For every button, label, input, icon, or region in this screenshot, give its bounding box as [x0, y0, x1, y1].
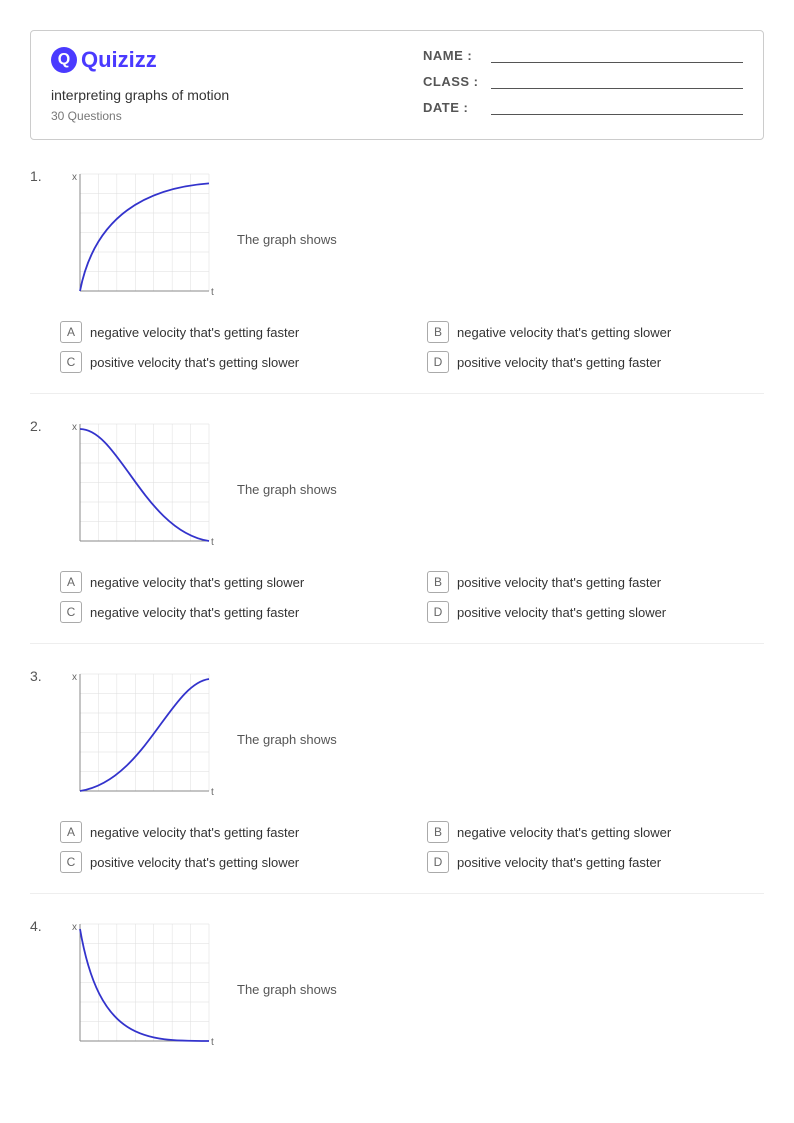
- question-1: 1. x t The graph shows Anegative velocity…: [30, 164, 764, 394]
- class-line[interactable]: [491, 73, 743, 89]
- options-grid-3: Anegative velocity that's getting faster…: [60, 821, 764, 873]
- svg-text:x: x: [72, 172, 77, 183]
- graph-2: x t: [62, 414, 217, 559]
- option-2-b[interactable]: Bpositive velocity that's getting faster: [427, 571, 764, 593]
- header-right: NAME : CLASS : DATE :: [423, 47, 743, 115]
- quiz-subtitle: 30 Questions: [51, 109, 229, 123]
- option-letter-2-a: A: [60, 571, 82, 593]
- option-3-b[interactable]: Bnegative velocity that's getting slower: [427, 821, 764, 843]
- quiz-title: interpreting graphs of motion: [51, 87, 229, 103]
- question-4: 4. x t The graph shows: [30, 914, 764, 1059]
- name-field-row: NAME :: [423, 47, 743, 63]
- questions-container: 1. x t The graph shows Anegative velocity…: [30, 164, 764, 1059]
- question-header-1: 1. x t The graph shows: [30, 164, 764, 309]
- graph-3: x t: [62, 664, 217, 809]
- date-field-row: DATE :: [423, 99, 743, 115]
- option-letter-1-d: D: [427, 351, 449, 373]
- option-text-3-a: negative velocity that's getting faster: [90, 825, 299, 840]
- option-letter-1-b: B: [427, 321, 449, 343]
- graph-label-3: The graph shows: [237, 726, 337, 747]
- date-line[interactable]: [491, 99, 743, 115]
- header-box: Q Quizizz interpreting graphs of motion …: [30, 30, 764, 140]
- option-letter-2-d: D: [427, 601, 449, 623]
- quizizz-logo: Q Quizizz: [51, 47, 229, 73]
- option-text-2-a: negative velocity that's getting slower: [90, 575, 304, 590]
- graph-1: x t: [62, 164, 217, 309]
- option-1-a[interactable]: Anegative velocity that's getting faster: [60, 321, 397, 343]
- svg-text:t: t: [211, 1037, 214, 1048]
- graph-area-2: x t The graph shows: [62, 414, 337, 559]
- graph-4: x t: [62, 914, 217, 1059]
- option-letter-2-c: C: [60, 601, 82, 623]
- option-2-d[interactable]: Dpositive velocity that's getting slower: [427, 601, 764, 623]
- question-header-4: 4. x t The graph shows: [30, 914, 764, 1059]
- option-2-a[interactable]: Anegative velocity that's getting slower: [60, 571, 397, 593]
- question-header-3: 3. x t The graph shows: [30, 664, 764, 809]
- svg-text:x: x: [72, 422, 77, 433]
- q-icon: Q: [51, 47, 77, 73]
- graph-area-1: x t The graph shows: [62, 164, 337, 309]
- divider-1: [30, 393, 764, 394]
- option-letter-3-a: A: [60, 821, 82, 843]
- option-2-c[interactable]: Cnegative velocity that's getting faster: [60, 601, 397, 623]
- option-letter-2-b: B: [427, 571, 449, 593]
- question-number-2: 2.: [30, 418, 50, 434]
- option-letter-1-a: A: [60, 321, 82, 343]
- option-text-3-b: negative velocity that's getting slower: [457, 825, 671, 840]
- svg-text:t: t: [211, 787, 214, 798]
- option-text-2-c: negative velocity that's getting faster: [90, 605, 299, 620]
- class-label: CLASS :: [423, 74, 483, 89]
- graph-label-2: The graph shows: [237, 476, 337, 497]
- options-grid-1: Anegative velocity that's getting faster…: [60, 321, 764, 373]
- svg-text:x: x: [72, 922, 77, 933]
- option-text-3-c: positive velocity that's getting slower: [90, 855, 299, 870]
- graph-area-4: x t The graph shows: [62, 914, 337, 1059]
- class-field-row: CLASS :: [423, 73, 743, 89]
- option-text-2-b: positive velocity that's getting faster: [457, 575, 661, 590]
- divider-2: [30, 643, 764, 644]
- option-text-1-b: negative velocity that's getting slower: [457, 325, 671, 340]
- question-2: 2. x t The graph shows Anegative velocity…: [30, 414, 764, 644]
- option-1-c[interactable]: Cpositive velocity that's getting slower: [60, 351, 397, 373]
- date-label: DATE :: [423, 100, 483, 115]
- question-header-2: 2. x t The graph shows: [30, 414, 764, 559]
- svg-text:t: t: [211, 287, 214, 298]
- option-letter-3-d: D: [427, 851, 449, 873]
- option-text-3-d: positive velocity that's getting faster: [457, 855, 661, 870]
- name-label: NAME :: [423, 48, 483, 63]
- option-text-1-d: positive velocity that's getting faster: [457, 355, 661, 370]
- graph-area-3: x t The graph shows: [62, 664, 337, 809]
- divider-3: [30, 893, 764, 894]
- option-text-2-d: positive velocity that's getting slower: [457, 605, 666, 620]
- option-1-b[interactable]: Bnegative velocity that's getting slower: [427, 321, 764, 343]
- options-grid-2: Anegative velocity that's getting slower…: [60, 571, 764, 623]
- option-3-c[interactable]: Cpositive velocity that's getting slower: [60, 851, 397, 873]
- question-number-4: 4.: [30, 918, 50, 934]
- svg-text:x: x: [72, 672, 77, 683]
- option-1-d[interactable]: Dpositive velocity that's getting faster: [427, 351, 764, 373]
- option-text-1-a: negative velocity that's getting faster: [90, 325, 299, 340]
- question-number-1: 1.: [30, 168, 50, 184]
- option-letter-3-b: B: [427, 821, 449, 843]
- option-3-a[interactable]: Anegative velocity that's getting faster: [60, 821, 397, 843]
- logo-text: Quizizz: [81, 47, 157, 73]
- option-letter-3-c: C: [60, 851, 82, 873]
- name-line[interactable]: [491, 47, 743, 63]
- svg-text:t: t: [211, 537, 214, 548]
- graph-label-4: The graph shows: [237, 976, 337, 997]
- option-text-1-c: positive velocity that's getting slower: [90, 355, 299, 370]
- graph-label-1: The graph shows: [237, 226, 337, 247]
- option-letter-1-c: C: [60, 351, 82, 373]
- question-3: 3. x t The graph shows Anegative velocity…: [30, 664, 764, 894]
- option-3-d[interactable]: Dpositive velocity that's getting faster: [427, 851, 764, 873]
- header-left: Q Quizizz interpreting graphs of motion …: [51, 47, 229, 123]
- question-number-3: 3.: [30, 668, 50, 684]
